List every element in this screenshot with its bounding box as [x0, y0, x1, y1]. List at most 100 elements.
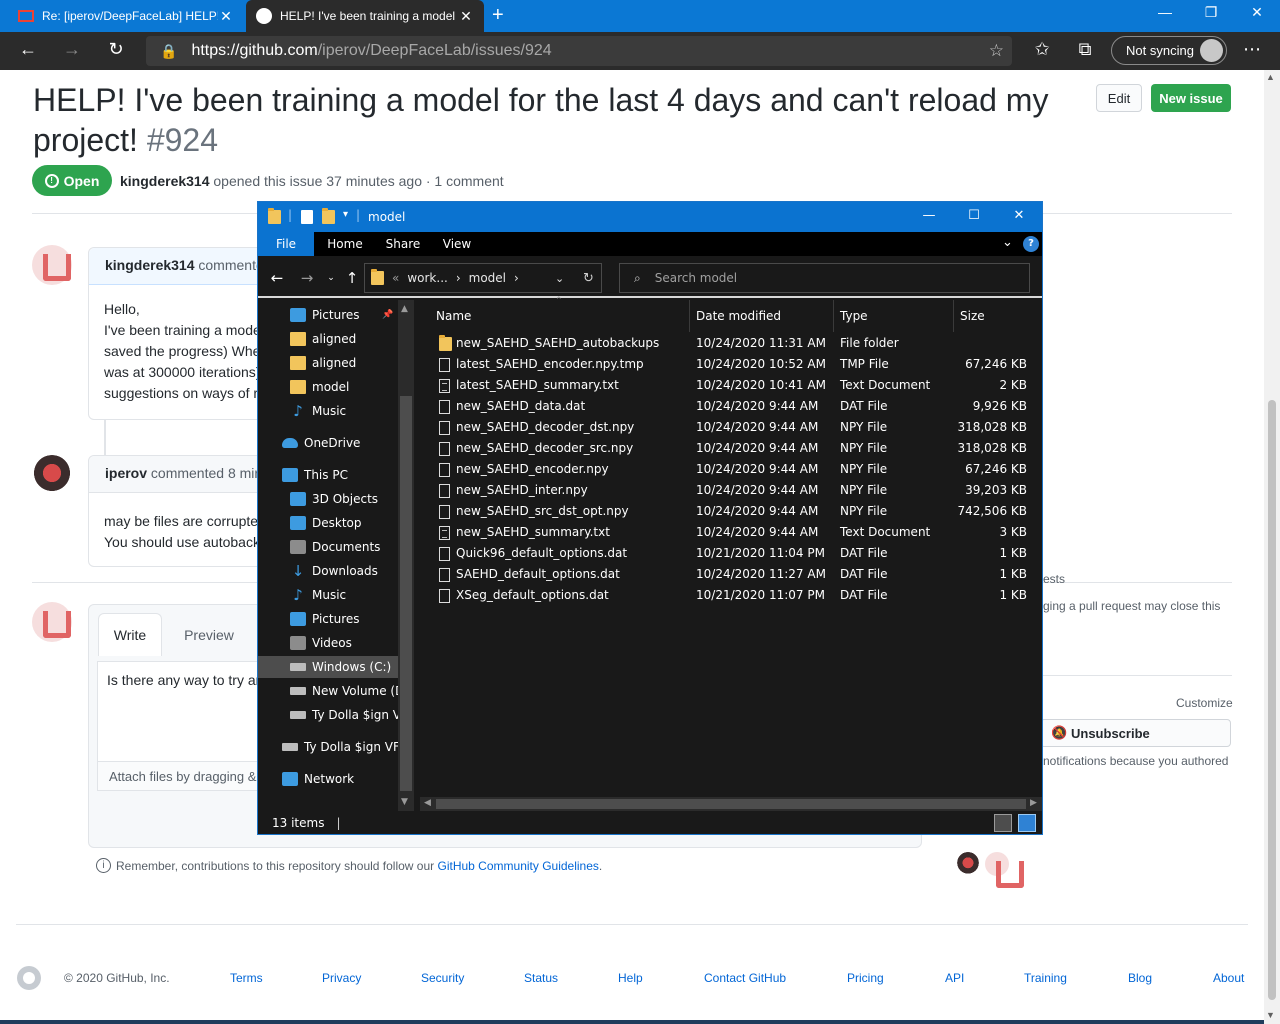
avatar[interactable]	[32, 455, 72, 495]
page-scrollbar[interactable]: ▲ ▼	[1264, 70, 1280, 1024]
participant-avatar[interactable]	[985, 852, 1024, 888]
sidebar-item-this-pc[interactable]: This PC	[258, 464, 398, 486]
url-field[interactable]: 🔒 https://github.com/iperov/DeepFaceLab/…	[146, 36, 1012, 66]
breadcrumb-overflow-icon[interactable]: «	[392, 271, 399, 285]
table-row[interactable]: new_SAEHD_decoder_dst.npy 10/24/2020 9:44…	[418, 417, 1030, 438]
collections-icon[interactable]: ⧉	[1073, 39, 1097, 60]
table-row[interactable]: SAEHD_default_options.dat 10/24/2020 11:2…	[418, 564, 1030, 585]
refresh-icon[interactable]: ↻	[583, 271, 594, 286]
sidebar-item-downloads[interactable]: ↓ Downloads	[258, 560, 398, 582]
table-row[interactable]: XSeg_default_options.dat 10/21/2020 11:07…	[418, 585, 1030, 606]
file-list-horizontal-scrollbar[interactable]: ◀ ▶	[420, 797, 1042, 811]
table-row[interactable]: latest_SAEHD_encoder.npy.tmp 10/24/2020 1…	[418, 354, 1030, 375]
sidebar-item-pictures[interactable]: Pictures 📌	[258, 304, 398, 326]
path-breadcrumb[interactable]: « work... › model › ⌄ ↻	[364, 263, 602, 293]
close-icon[interactable]: ✕	[218, 8, 234, 25]
table-row[interactable]: new_SAEHD_summary.txt 10/24/2020 9:44 AM T…	[418, 522, 1030, 543]
sidebar-item-aligned[interactable]: aligned	[258, 352, 398, 374]
sync-button[interactable]: Not syncing	[1111, 36, 1227, 65]
table-row[interactable]: new_SAEHD_decoder_src.npy 10/24/2020 9:44…	[418, 438, 1030, 459]
forward-arrow-icon[interactable]: →	[297, 269, 317, 287]
footer-link-help[interactable]: Help	[618, 971, 643, 985]
participant-avatar[interactable]	[956, 852, 980, 876]
new-folder-icon[interactable]	[322, 208, 335, 224]
column-header-size[interactable]: Size	[954, 300, 1032, 332]
footer-link-blog[interactable]: Blog	[1128, 971, 1152, 985]
footer-link-terms[interactable]: Terms	[230, 971, 263, 985]
star-icon[interactable]: ☆	[989, 41, 1004, 61]
tab-write[interactable]: Write	[98, 613, 162, 656]
table-row[interactable]: new_SAEHD_src_dst_opt.npy 10/24/2020 9:44…	[418, 501, 1030, 522]
table-row[interactable]: new_SAEHD_data.dat 10/24/2020 9:44 AM DAT …	[418, 396, 1030, 417]
quick-access-dropdown-icon[interactable]: ▾	[343, 209, 348, 220]
community-guidelines-link[interactable]: GitHub Community Guidelines	[438, 859, 599, 873]
sidebar-item-documents[interactable]: Documents	[258, 536, 398, 558]
scroll-right-icon[interactable]: ▶	[1030, 798, 1037, 808]
footer-link-about[interactable]: About	[1213, 971, 1244, 985]
browser-tab-github[interactable]: HELP! I've been training a model ✕	[246, 0, 484, 32]
scroll-up-icon[interactable]: ▲	[401, 304, 408, 314]
avatar[interactable]	[32, 245, 72, 285]
help-icon[interactable]: ?	[1023, 236, 1039, 252]
comment-author-link[interactable]: kingderek314	[105, 257, 195, 273]
more-menu-icon[interactable]: ⋯	[1240, 39, 1264, 60]
column-header-date[interactable]: Date modified	[690, 300, 834, 332]
breadcrumb-item[interactable]: work...	[407, 271, 447, 285]
table-row[interactable]: new_SAEHD_SAEHD_autobackups 10/24/2020 11…	[418, 333, 1030, 354]
minimize-icon[interactable]: —	[914, 208, 944, 223]
close-icon[interactable]: ✕	[458, 8, 474, 25]
tab-share[interactable]: Share	[378, 232, 428, 256]
github-logo-icon[interactable]	[17, 966, 41, 990]
refresh-icon[interactable]: ↻	[104, 39, 128, 60]
search-input[interactable]: ⌕ Search model	[619, 263, 1030, 293]
close-window-icon[interactable]: ✕	[1242, 4, 1272, 21]
scroll-down-icon[interactable]: ▼	[1266, 1010, 1275, 1020]
sidebar-item-pictures[interactable]: Pictures	[258, 608, 398, 630]
sidebar-item-onedrive[interactable]: OneDrive	[258, 432, 398, 454]
customize-link[interactable]: Customize	[1176, 696, 1233, 710]
column-header-name[interactable]: Name	[430, 300, 690, 332]
sidebar-item-videos[interactable]: Videos	[258, 632, 398, 654]
footer-link-privacy[interactable]: Privacy	[322, 971, 361, 985]
sidebar-item-music[interactable]: ♪ Music	[258, 584, 398, 606]
edit-button[interactable]: Edit	[1096, 84, 1142, 112]
restore-icon[interactable]: ❐	[1196, 4, 1226, 21]
path-dropdown-icon[interactable]: ⌄	[555, 272, 564, 285]
browser-tab-gmail[interactable]: Re: [iperov/DeepFaceLab] HELP! ✕	[8, 0, 244, 32]
scrollbar-thumb[interactable]	[1268, 400, 1276, 1000]
table-row[interactable]: new_SAEHD_encoder.npy 10/24/2020 9:44 AM N…	[418, 459, 1030, 480]
new-tab-button[interactable]: +	[492, 4, 504, 26]
sidebar-item-model[interactable]: model	[258, 376, 398, 398]
scrollbar-thumb[interactable]	[400, 396, 412, 791]
unsubscribe-button[interactable]: 🔕 Unsubscribe	[1040, 719, 1231, 747]
sidebar-item-network[interactable]: Network	[258, 768, 398, 790]
up-arrow-icon[interactable]: ↑	[342, 269, 362, 287]
sidebar-item-aligned[interactable]: aligned	[258, 328, 398, 350]
sidebar-item-ty-dolla-ign-vfx[interactable]: Ty Dolla $ign VFX	[258, 736, 398, 758]
scroll-up-icon[interactable]: ▲	[1266, 72, 1275, 82]
sidebar-item-3d-objects[interactable]: 3D Objects	[258, 488, 398, 510]
ribbon-expand-icon[interactable]: ⌄	[1002, 235, 1013, 250]
forward-arrow-icon[interactable]: →	[60, 39, 84, 60]
close-icon[interactable]: ✕	[1004, 208, 1034, 223]
back-arrow-icon[interactable]: ←	[267, 269, 287, 287]
maximize-icon[interactable]: ☐	[959, 208, 989, 223]
tab-file[interactable]: File	[258, 232, 314, 256]
properties-icon[interactable]	[301, 210, 313, 224]
large-icons-view-icon[interactable]	[1018, 814, 1036, 832]
footer-link-pricing[interactable]: Pricing	[847, 971, 884, 985]
minimize-icon[interactable]: —	[1150, 4, 1180, 20]
table-row[interactable]: latest_SAEHD_summary.txt 10/24/2020 10:41…	[418, 375, 1030, 396]
column-header-type[interactable]: Type	[834, 300, 954, 332]
details-view-icon[interactable]	[994, 814, 1012, 832]
issue-author-link[interactable]: kingderek314	[120, 173, 210, 189]
table-row[interactable]: Quick96_default_options.dat 10/21/2020 11…	[418, 543, 1030, 564]
back-arrow-icon[interactable]: ←	[16, 39, 40, 60]
favorites-icon[interactable]: ✩	[1030, 39, 1054, 60]
breadcrumb-item[interactable]: model	[469, 271, 506, 285]
comment-author-link[interactable]: iperov	[105, 465, 147, 481]
sidebar-item-windows-c[interactable]: Windows (C:)	[258, 656, 398, 678]
footer-link-status[interactable]: Status	[524, 971, 558, 985]
footer-link-training[interactable]: Training	[1024, 971, 1067, 985]
recent-locations-icon[interactable]: ⌄	[321, 273, 341, 283]
